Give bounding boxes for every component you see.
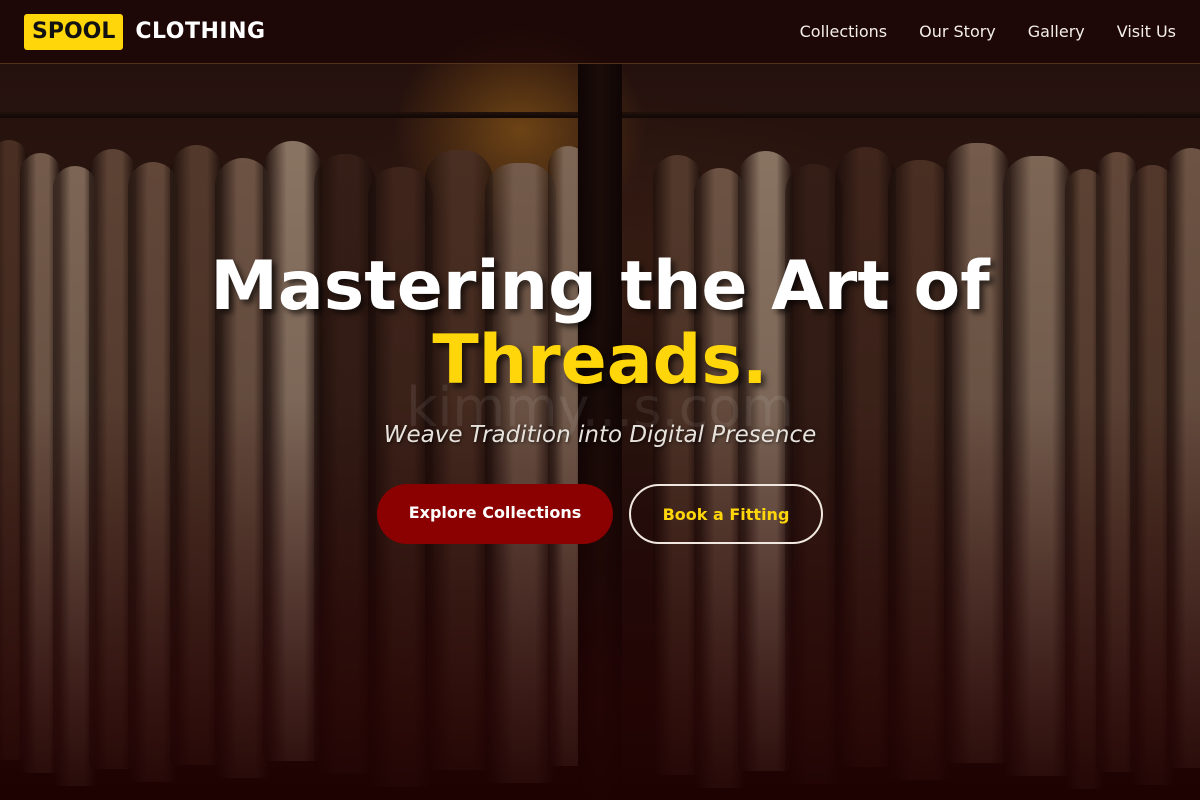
navbar: SPOOL CLOTHING Collections Our Story Gal…	[0, 0, 1200, 64]
nav-link-our-story[interactable]: Our Story	[919, 22, 996, 41]
headline-line1: Mastering the Art of	[210, 247, 990, 326]
nav-link-collections[interactable]: Collections	[800, 22, 887, 41]
nav-link-visit-us[interactable]: Visit Us	[1117, 22, 1176, 41]
hero-headline: Mastering the Art of Threads.	[0, 250, 1200, 398]
hero-section: kimmy...s.com Mastering the Art of Threa…	[0, 250, 1200, 544]
brand-logo[interactable]: SPOOL CLOTHING	[24, 13, 266, 50]
hero-subtitle: Weave Tradition into Digital Presence	[383, 422, 817, 448]
brand-name: CLOTHING	[135, 19, 266, 44]
headline-accent: Threads.	[432, 321, 768, 400]
brand-badge: SPOOL	[24, 13, 124, 50]
nav-menu: Collections Our Story Gallery Visit Us	[800, 22, 1176, 41]
nav-link-gallery[interactable]: Gallery	[1028, 22, 1085, 41]
hero-actions: Explore Collections Book a Fitting	[0, 484, 1200, 544]
explore-collections-button[interactable]: Explore Collections	[377, 484, 613, 544]
book-fitting-button[interactable]: Book a Fitting	[629, 484, 823, 544]
